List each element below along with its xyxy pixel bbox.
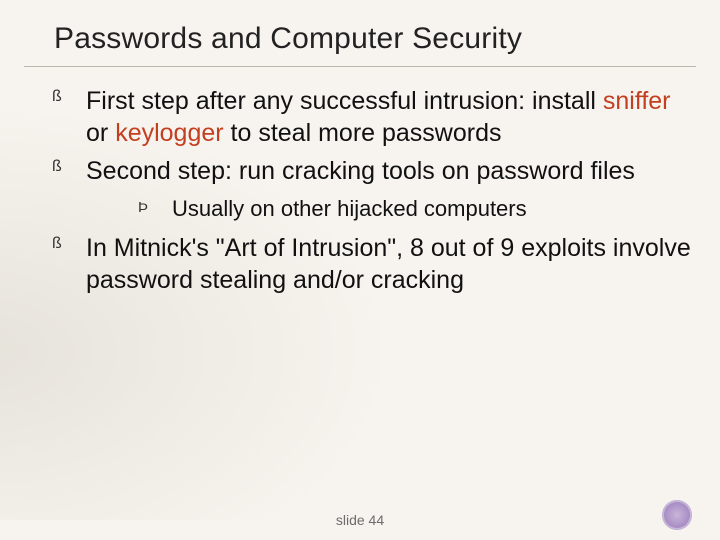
bullet-list: First step after any successful intrusio… [44,85,696,296]
sub-bullet1-text: Usually on other hijacked computers [172,196,527,221]
bullet3-text: In Mitnick's "Art of Intrusion", 8 out o… [86,234,691,294]
sub-bullet-list: Usually on other hijacked computers [86,195,696,224]
bullet1-text-post: to steal more passwords [224,119,502,147]
bullet1-text-mid: or [86,119,115,147]
bullet1-text-pre: First step after any successful intrusio… [86,87,603,115]
bullet-item-2: Second step: run cracking tools on passw… [44,155,696,224]
slide-title: Passwords and Computer Security [0,0,720,66]
keyword-keylogger: keylogger [115,119,223,147]
slide: Passwords and Computer Security First st… [0,0,720,540]
seal-icon [662,500,692,530]
bullet-item-1: First step after any successful intrusio… [44,85,696,149]
bullet-item-3: In Mitnick's "Art of Intrusion", 8 out o… [44,232,696,296]
slide-body: First step after any successful intrusio… [0,67,720,296]
sub-bullet-item-1: Usually on other hijacked computers [138,195,696,224]
bullet2-text: Second step: run cracking tools on passw… [86,157,635,185]
keyword-sniffer: sniffer [603,87,671,115]
slide-number: slide 44 [0,512,720,528]
